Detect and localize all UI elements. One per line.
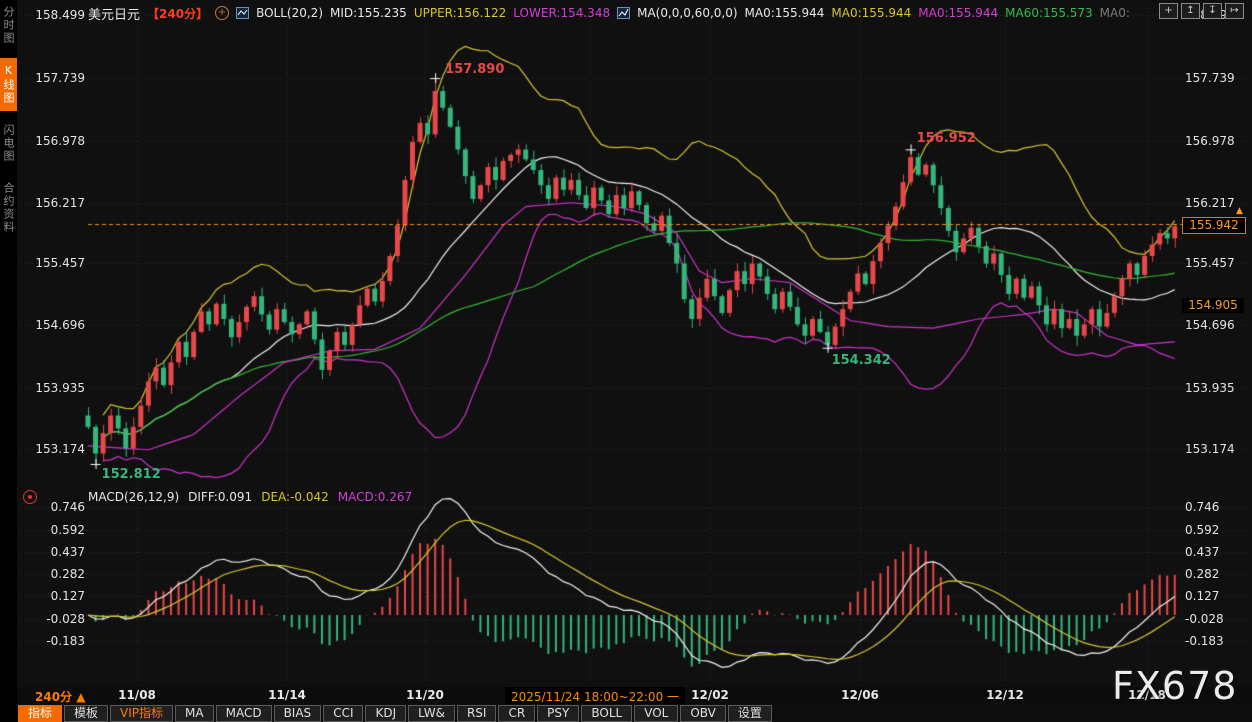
macd-tick-left: 0.592	[25, 523, 85, 537]
macd-value: MACD:0.267	[338, 490, 412, 504]
period-badge: 【240分】	[147, 5, 208, 22]
macd-tick-right: 0.592	[1185, 523, 1247, 537]
price-mark-label: 157.890	[445, 62, 504, 77]
macd-diff: DIFF:0.091	[188, 490, 252, 504]
ma60-label: MA60:155.573	[1005, 6, 1093, 20]
sidebar-item-3[interactable]: 合约资料	[0, 176, 17, 240]
y-axis-tick-right: 155.457	[1185, 256, 1247, 270]
crosshair-tool-icon[interactable]: +	[1159, 3, 1178, 19]
last-price-tag: 155.942	[1182, 217, 1246, 234]
y-axis-tick-left: 154.696	[25, 318, 85, 332]
chart-type-sidebar: 分时图 K线图闪电图合约资料	[0, 0, 17, 722]
toolbar-button-0[interactable]: 指标	[18, 705, 62, 722]
period-selector[interactable]: 240分 ▲	[35, 688, 85, 705]
ma0-gray: MA0:	[1100, 6, 1130, 20]
y-axis-tick-left: 153.174	[25, 442, 85, 456]
x-axis-tick: 11/20	[406, 688, 444, 702]
sidebar-item-0[interactable]: 分时图	[0, 0, 17, 51]
toolbar-button-3[interactable]: MA	[175, 705, 214, 722]
toolbar-button-12[interactable]: BOLL	[581, 705, 632, 722]
toolbar-button-2[interactable]: VIP指标	[110, 705, 173, 722]
boll-name: BOLL(20,2)	[256, 6, 323, 20]
x-axis-tick: 12/02	[691, 688, 729, 702]
macd-tick-right: 0.282	[1185, 567, 1247, 581]
x-axis-tick: 11/08	[118, 688, 156, 702]
toolbar-button-11[interactable]: PSY	[537, 705, 579, 722]
x-axis-row: 240分 ▲ 2025/11/24 18:00~22:00 一 11/0811/…	[17, 687, 1252, 704]
macd-dea: DEA:-0.042	[261, 490, 329, 504]
watermark: FX678	[1112, 664, 1237, 708]
y-axis-tick-left: 156.217	[25, 196, 85, 210]
y-axis-tick-right: 156.978	[1185, 134, 1247, 148]
toolbar-button-6[interactable]: CCI	[323, 705, 363, 722]
toolbar-button-10[interactable]: CR	[498, 705, 535, 722]
price-arrow-icon: ▲	[1236, 206, 1243, 216]
ma-chart-icon	[617, 7, 630, 19]
chart-canvas[interactable]	[0, 0, 1252, 722]
macd-tick-left: 0.282	[25, 567, 85, 581]
macd-tick-right: -0.028	[1185, 612, 1247, 626]
ma-name: MA(0,0,0,60,0,0)	[637, 6, 737, 20]
y-axis-tick-left: 155.457	[25, 256, 85, 270]
x-axis-tick: 11/14	[268, 688, 306, 702]
y-axis-tick-right: 157.739	[1185, 71, 1247, 85]
ma0-magenta: MA0:155.944	[918, 6, 998, 20]
ma0-yellow: MA0:155.944	[831, 6, 911, 20]
boll-lower: LOWER:154.348	[513, 6, 610, 20]
y-axis-tick-left: 158.499	[25, 8, 85, 22]
x-axis-tick: 12/12	[986, 688, 1024, 702]
macd-tick-left: -0.028	[25, 612, 85, 626]
y-axis-tick-right: 154.696	[1185, 318, 1247, 332]
sidebar-item-2[interactable]: 闪电图	[0, 118, 17, 169]
prev-price-tag: 154.905	[1182, 298, 1244, 313]
macd-name: MACD(26,12,9)	[88, 490, 179, 504]
y-axis-tick-left: 153.935	[25, 381, 85, 395]
toolbar-button-5[interactable]: BIAS	[274, 705, 322, 722]
price-mark-label: 152.812	[102, 467, 161, 482]
macd-tick-right: 0.127	[1185, 589, 1247, 603]
toolbar-button-8[interactable]: LW&	[408, 705, 455, 722]
pane-expand-icon[interactable]: ↦	[1225, 3, 1244, 19]
scale-right-icon[interactable]: ↧	[1203, 3, 1222, 19]
chart-header: 美元日元 【240分】 + BOLL(20,2) MID:155.235 UPP…	[88, 5, 1130, 21]
symbol-title: 美元日元	[88, 4, 140, 23]
indicator-toolbar: 指标模板VIP指标MAMACDBIASCCIKDJLW&RSICRPSYBOLL…	[17, 704, 1252, 722]
y-axis-tick-left: 157.739	[25, 71, 85, 85]
boll-upper: UPPER:156.122	[414, 6, 506, 20]
sidebar-item-1[interactable]: K线图	[0, 58, 17, 111]
y-axis-tick-right: 153.174	[1185, 442, 1247, 456]
toolbar-button-15[interactable]: 设置	[728, 705, 772, 722]
toolbar-button-4[interactable]: MACD	[216, 705, 272, 722]
y-axis-tick-left: 156.978	[25, 134, 85, 148]
indicator-target-icon[interactable]	[23, 490, 37, 504]
toolbar-button-14[interactable]: OBV	[680, 705, 726, 722]
boll-mid: MID:155.235	[330, 6, 407, 20]
x-axis-tick: 12/06	[841, 688, 879, 702]
macd-tick-right: 0.746	[1185, 500, 1247, 514]
ma0-white: MA0:155.944	[745, 6, 825, 20]
macd-header: MACD(26,12,9) DIFF:0.091 DEA:-0.042 MACD…	[88, 490, 412, 504]
toolbar-button-1[interactable]: 模板	[64, 705, 108, 722]
macd-tick-left: 0.437	[25, 545, 85, 559]
scale-left-icon[interactable]: ↥	[1181, 3, 1200, 19]
add-indicator-icon[interactable]: +	[215, 6, 229, 20]
toolbar-button-9[interactable]: RSI	[457, 705, 497, 722]
boll-chart-icon	[236, 7, 249, 19]
macd-tick-left: -0.183	[25, 634, 85, 648]
price-mark-label: 156.952	[917, 131, 976, 146]
macd-tick-right: 0.437	[1185, 545, 1247, 559]
toolbar-button-13[interactable]: VOL	[634, 705, 678, 722]
macd-tick-right: -0.183	[1185, 634, 1247, 648]
chart-tool-icons: + ↥ ↧ ↦	[1159, 3, 1244, 19]
trading-app-window: 分时图 K线图闪电图合约资料 美元日元 【240分】 + BOLL(20,2) M…	[0, 0, 1252, 722]
price-mark-label: 154.342	[832, 353, 891, 368]
toolbar-button-7[interactable]: KDJ	[365, 705, 406, 722]
y-axis-tick-right: 153.935	[1185, 381, 1247, 395]
macd-tick-left: 0.127	[25, 589, 85, 603]
